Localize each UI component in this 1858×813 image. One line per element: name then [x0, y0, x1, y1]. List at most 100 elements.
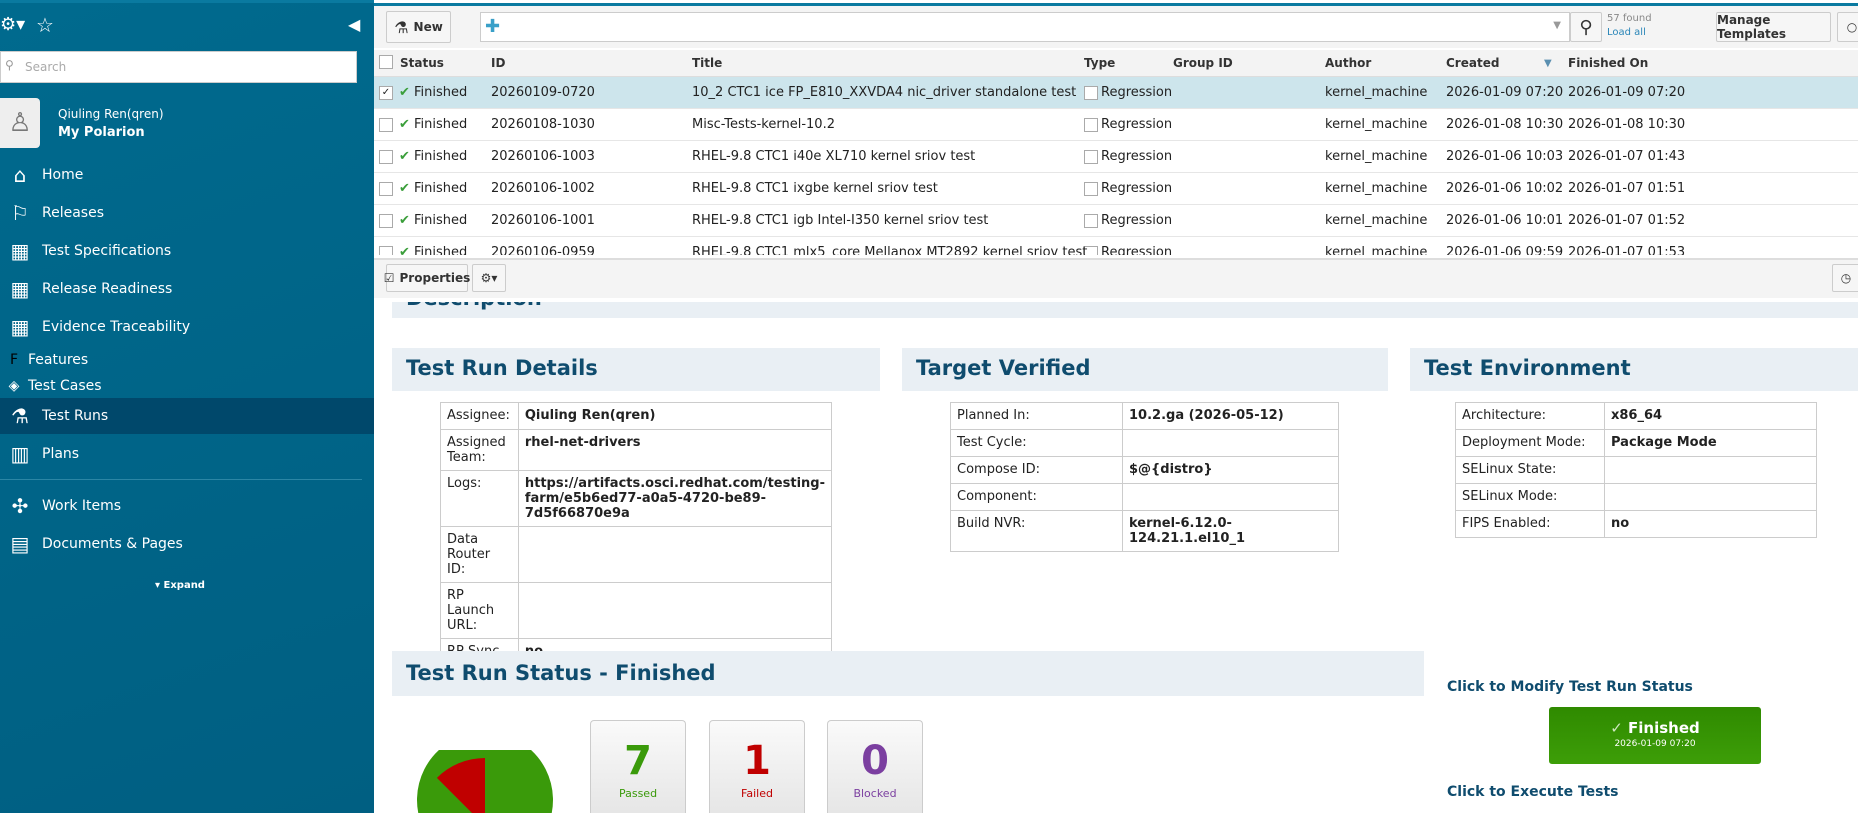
sidebar-item-documents-pages[interactable]: ▤ Documents & Pages: [0, 526, 374, 562]
more-button[interactable]: ○: [1837, 12, 1858, 42]
col-id[interactable]: ID: [491, 56, 505, 70]
collapse-sidebar-icon[interactable]: ◀: [348, 15, 360, 34]
row-checkbox[interactable]: [379, 214, 393, 228]
user-name: Qiuling Ren(qren): [58, 107, 164, 121]
sidebar-item-test-specifications[interactable]: ▦ Test Specifications: [0, 233, 374, 269]
field-value: kernel-6.12.0-124.21.1.el10_1: [1122, 510, 1339, 552]
cell-title[interactable]: 10_2 CTC1 ice FP_E810_XXVDA4 nic_driver …: [692, 85, 1076, 100]
row-checkbox[interactable]: [379, 150, 393, 164]
passed-card[interactable]: 7 Passed: [590, 720, 686, 813]
cell-title[interactable]: Misc-Tests-kernel-10.2: [692, 117, 835, 132]
col-type[interactable]: Type: [1084, 56, 1115, 70]
cell-title[interactable]: RHEL-9.8 CTC1 mlx5_core Mellanox MT2892 …: [692, 245, 1087, 255]
cell-id[interactable]: 20260106-1002: [491, 181, 595, 196]
test-environment-heading: Test Environment: [1410, 348, 1858, 391]
main-panel: ⚗ New ✚ ▼ ⚲ 57 found Load all Manage Temp…: [374, 0, 1858, 813]
cell-id[interactable]: 20260106-1001: [491, 213, 595, 228]
row-checkbox[interactable]: [379, 246, 393, 255]
table-row[interactable]: ✓ ✔ Finished 20260109-0720 10_2 CTC1 ice FP_…: [374, 77, 1858, 109]
sidebar-item-label: Releases: [42, 205, 104, 221]
test-environment-table: Architecture: x86_64 Deployment Mode: Packa…: [1455, 402, 1817, 538]
col-group-id[interactable]: Group ID: [1173, 56, 1233, 70]
new-button[interactable]: ⚗ New: [386, 11, 451, 43]
field-label: SELinux Mode:: [1455, 483, 1605, 511]
cell-title[interactable]: RHEL-9.8 CTC1 ixgbe kernel sriov test: [692, 181, 938, 196]
field-value: [1604, 456, 1817, 484]
failed-card[interactable]: 1 Failed: [709, 720, 805, 813]
sidebar-item-releases[interactable]: ⚐ Releases: [0, 195, 374, 231]
cell-finished: 2026-01-09 07:20: [1568, 85, 1686, 100]
field-label: Data Router ID:: [440, 526, 519, 583]
dropdown-icon[interactable]: ▼: [1553, 20, 1561, 31]
description-heading: Description: [406, 302, 1858, 310]
cell-id[interactable]: 20260106-0959: [491, 245, 595, 255]
query-input[interactable]: ✚ ▼: [480, 12, 1570, 42]
col-title[interactable]: Title: [692, 56, 722, 70]
cell-type: Regression: [1101, 213, 1173, 228]
avatar[interactable]: ♙: [0, 98, 40, 148]
row-checkbox[interactable]: [379, 118, 393, 132]
cell-type: Regression: [1101, 117, 1173, 132]
map-icon: ▦: [10, 239, 30, 263]
sidebar-item-home[interactable]: ⌂ Home: [0, 157, 374, 193]
my-polarion-link[interactable]: My Polarion: [58, 125, 145, 140]
blocked-card[interactable]: 0 Blocked: [827, 720, 923, 813]
settings-menu-button[interactable]: ⚙▾: [472, 264, 506, 292]
target-verified-table: Planned In: 10.2.ga (2026-05-12) Test Cycl…: [950, 402, 1339, 552]
cell-status: Finished: [414, 149, 468, 164]
select-all-checkbox[interactable]: [379, 55, 393, 69]
star-icon[interactable]: ☆: [36, 13, 54, 37]
history-icon[interactable]: ◷: [1832, 264, 1858, 292]
cell-created: 2026-01-06 10:02: [1446, 181, 1564, 196]
home-icon: ⌂: [13, 163, 27, 187]
test-run-details-heading: Test Run Details: [392, 348, 880, 391]
status-pie-chart: [417, 750, 553, 813]
manage-templates-button[interactable]: Manage Templates: [1716, 12, 1831, 42]
gear-icon[interactable]: ⚙▾: [0, 14, 25, 35]
sidebar-item-evidence-traceability[interactable]: ▦ Evidence Traceability: [0, 309, 374, 345]
table-row[interactable]: ✔ Finished 20260106-1002 RHEL-9.8 CTC1 ixgb…: [374, 173, 1858, 205]
field-label: Build NVR:: [950, 510, 1123, 552]
passed-label: Passed: [618, 787, 658, 800]
col-status[interactable]: Status: [400, 56, 444, 70]
cell-id[interactable]: 20260109-0720: [491, 85, 595, 100]
sidebar-item-release-readiness[interactable]: ▦ Release Readiness: [0, 271, 374, 307]
cell-id[interactable]: 20260108-1030: [491, 117, 595, 132]
finished-status-button[interactable]: ✓ Finished 2026-01-09 07:20: [1549, 707, 1761, 764]
col-created[interactable]: Created: [1446, 56, 1499, 70]
table-row[interactable]: ✔ Finished 20260106-1003 RHEL-9.8 CTC1 i40e…: [374, 141, 1858, 173]
cell-id[interactable]: 20260106-1003: [491, 149, 595, 164]
sidebar-item-plans[interactable]: ▥ Plans: [0, 436, 374, 472]
sidebar-item-test-cases[interactable]: ◈ Test Cases: [0, 375, 374, 397]
field-value: rhel-net-drivers: [517, 429, 833, 471]
cell-type: Regression: [1101, 149, 1173, 164]
table-row[interactable]: ✔ Finished 20260106-1001 RHEL-9.8 CTC1 igb …: [374, 205, 1858, 237]
col-finished-on[interactable]: Finished On: [1568, 56, 1648, 70]
row-checkbox[interactable]: ✓: [379, 86, 393, 100]
table-row[interactable]: ✔ Finished 20260108-1030 Misc-Tests-kernel-…: [374, 109, 1858, 141]
search-icon: ⚲: [5, 58, 14, 72]
sidebar-item-work-items[interactable]: ✣ Work Items: [0, 488, 374, 524]
sidebar-item-label: Plans: [42, 446, 80, 462]
table-row[interactable]: ✔ Finished 20260106-0959 RHEL-9.8 CTC1 mlx5…: [374, 237, 1858, 255]
cell-created: 2026-01-08 10:30: [1446, 117, 1564, 132]
cell-finished: 2026-01-07 01:51: [1568, 181, 1686, 196]
expand-button[interactable]: ▾ Expand: [155, 580, 205, 591]
type-icon: [1084, 214, 1098, 228]
cell-title[interactable]: RHEL-9.8 CTC1 i40e XL710 kernel sriov te…: [692, 149, 975, 164]
properties-button[interactable]: ☑ Properties: [384, 264, 470, 292]
row-checkbox[interactable]: [379, 182, 393, 196]
field-value: [517, 582, 833, 639]
sort-desc-icon[interactable]: ▼: [1544, 58, 1552, 69]
field-value: [517, 526, 833, 583]
finished-check-icon: ✔: [399, 117, 410, 132]
field-value: [1122, 483, 1339, 511]
sidebar-item-features[interactable]: F Features: [0, 349, 374, 371]
search-button[interactable]: ⚲: [1570, 12, 1602, 42]
sidebar-search-input[interactable]: ⚲ Search: [0, 51, 357, 83]
sidebar-item-test-runs[interactable]: ⚗ Test Runs: [0, 398, 374, 434]
col-author[interactable]: Author: [1325, 56, 1371, 70]
cell-finished: 2026-01-07 01:43: [1568, 149, 1686, 164]
cell-title[interactable]: RHEL-9.8 CTC1 igb Intel-I350 kernel srio…: [692, 213, 988, 228]
load-all-link[interactable]: Load all: [1607, 27, 1646, 38]
